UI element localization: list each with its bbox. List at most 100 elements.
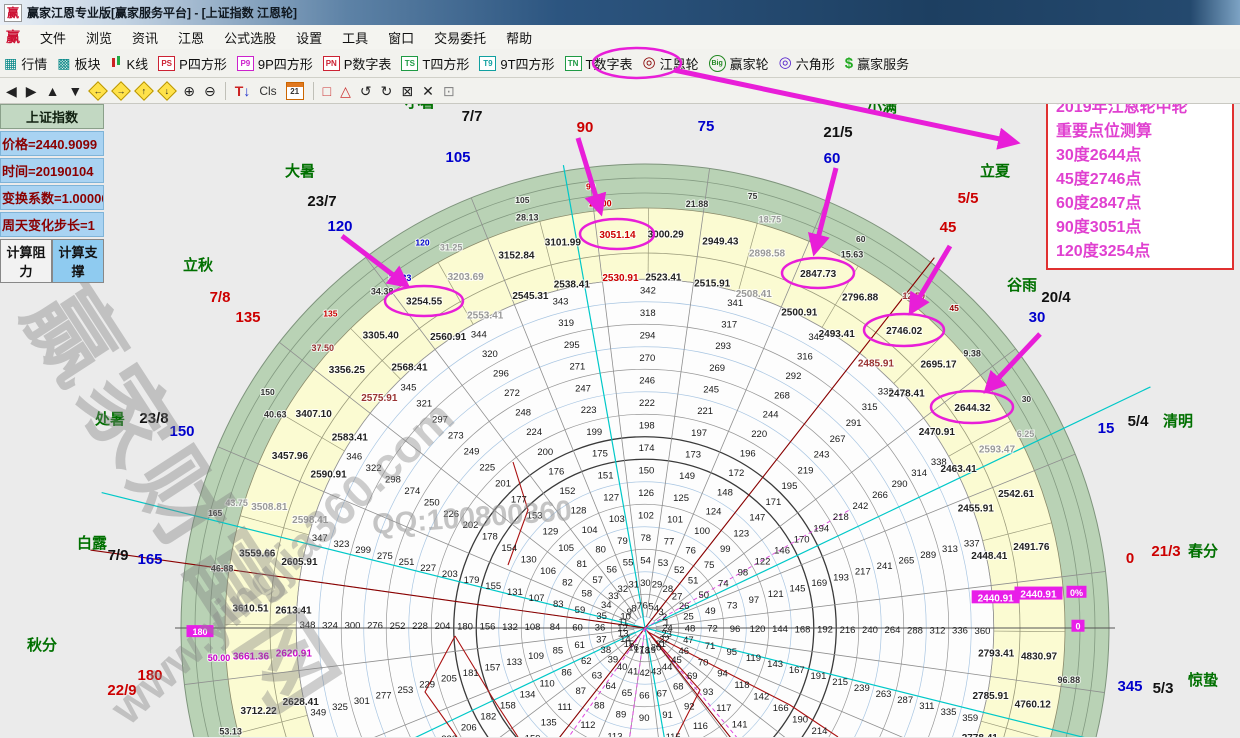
svg-text:348: 348 [300,620,316,631]
menu-item-0[interactable]: 文件 [30,25,76,50]
menu-item-3[interactable]: 江恩 [168,25,214,50]
calendar-icon[interactable]: 21 [286,82,304,100]
svg-text:5: 5 [648,601,653,612]
toolbar-button-板块[interactable]: ▩板块 [57,54,100,73]
rect-tool-icon[interactable]: □ [323,83,331,99]
svg-text:31: 31 [628,579,639,590]
forward-icon[interactable]: ▶ [26,83,37,99]
diamond-left-icon[interactable]: ← [88,81,108,101]
menu-item-6[interactable]: 工具 [332,25,378,50]
index-info-panel: 上证指数 价格=2440.9099时间=20190104变换系数=1.00000… [0,104,104,283]
svg-text:84: 84 [550,622,561,633]
scatter-icon[interactable]: ✕ [422,83,434,99]
svg-text:127: 127 [603,492,619,503]
pointer-down-icon[interactable]: ▼ [68,83,82,99]
svg-text:253: 253 [397,685,413,696]
rotate-cw-icon[interactable]: ↻ [381,83,393,99]
svg-text:2515.91: 2515.91 [694,278,731,289]
menu-item-9[interactable]: 帮助 [496,25,542,50]
info-row-3: 周天变化步长=1 [0,212,104,237]
svg-text:3712.22: 3712.22 [241,706,278,717]
menu-item-4[interactable]: 公式选股 [214,25,286,50]
annotation-line-3: 45度2746点 [1056,168,1224,192]
menu-item-7[interactable]: 窗口 [378,25,424,50]
svg-text:244: 244 [763,410,779,421]
toolbar-button-K线[interactable]: K线 [111,54,149,73]
svg-text:199: 199 [586,427,602,438]
svg-text:3000.29: 3000.29 [648,230,685,241]
svg-text:86: 86 [561,667,572,678]
toolbar-button-江恩轮[interactable]: ◎江恩轮 [643,54,699,73]
toolbar-button-T四方形[interactable]: TST四方形 [401,54,469,73]
svg-text:176: 176 [548,466,564,477]
triangle-tool-icon[interactable]: △ [340,83,351,99]
diamond-up-icon[interactable]: ↑ [134,81,154,101]
diamond-right-icon[interactable]: → [111,81,131,101]
svg-text:124: 124 [706,507,722,518]
svg-text:165: 165 [208,508,222,518]
svg-text:46.88: 46.88 [211,564,234,574]
svg-text:115: 115 [666,732,681,737]
svg-text:75: 75 [698,118,715,135]
svg-text:41: 41 [628,666,639,677]
zoom-out-icon[interactable]: ⊖ [204,83,216,99]
toolbar-button-赢家服务[interactable]: $赢家服务 [845,54,909,73]
menu-item-1[interactable]: 浏览 [76,25,122,50]
cls-button[interactable]: Cls [259,83,276,99]
easel-icon[interactable]: ⊡ [443,83,455,99]
svg-text:80: 80 [595,545,606,556]
back-icon[interactable]: ◀ [6,83,17,99]
toolbar-button-六角形[interactable]: ◎六角形 [779,54,835,73]
drawing-toolbar: ◀ ▶ ▲ ▼ ←→↑↓ ⊕ ⊖ T↓ Cls 21 □ △ ↺ ↻ ⊠ ✕ ⊡ [0,78,1240,104]
toolbar-button-行情[interactable]: ▦行情 [4,54,47,73]
svg-text:4830.97: 4830.97 [1021,652,1058,663]
p9-icon: P9 [237,56,254,71]
toolbar-button-P四方形[interactable]: PSP四方形 [158,54,227,73]
svg-text:67: 67 [657,688,668,699]
svg-text:3305.40: 3305.40 [363,330,400,341]
svg-text:192: 192 [817,625,833,636]
svg-text:72: 72 [707,624,718,635]
menu-item-2[interactable]: 资讯 [122,25,168,50]
svg-text:359: 359 [962,713,978,724]
svg-text:116: 116 [693,721,708,732]
toolbar-button-9P四方形[interactable]: P99P四方形 [237,54,313,73]
svg-text:15: 15 [1098,420,1115,437]
toolbar-button-9T四方形[interactable]: T99T四方形 [479,54,554,73]
svg-text:33.33: 33.33 [389,273,412,283]
svg-text:287: 287 [897,695,913,706]
svg-text:24: 24 [662,623,673,634]
calc-resistance-button[interactable]: 计算阻力 [0,239,52,283]
zoom-in-icon[interactable]: ⊕ [183,83,195,99]
dollar-icon: $ [845,55,853,72]
box-x-icon[interactable]: ⊠ [401,83,413,99]
t-updown-icon[interactable]: T↓ [235,83,251,99]
menu-item-5[interactable]: 设置 [286,25,332,50]
svg-text:316: 316 [797,352,813,363]
svg-text:150: 150 [169,423,194,440]
svg-text:20/4: 20/4 [1041,289,1071,306]
svg-text:60: 60 [856,234,866,244]
toolbar-button-P数字表[interactable]: PNP数字表 [323,54,392,73]
separator [225,82,226,100]
toolbar-button-赢家轮[interactable]: Big赢家轮 [709,54,769,73]
svg-text:229: 229 [419,679,435,690]
pointer-up-icon[interactable]: ▲ [46,83,60,99]
calc-support-button[interactable]: 计算支撑 [52,239,104,283]
menu-item-8[interactable]: 交易委托 [424,25,496,50]
svg-text:9.38: 9.38 [963,349,981,359]
svg-text:320: 320 [482,349,498,360]
svg-text:3203.69: 3203.69 [448,272,485,283]
toolbar-button-T数字表[interactable]: TNT数字表 [565,54,633,73]
svg-text:225: 225 [479,463,495,474]
svg-text:171: 171 [765,497,781,508]
svg-text:清明: 清明 [1163,412,1193,430]
svg-text:82: 82 [562,577,573,588]
rotate-ccw-icon[interactable]: ↺ [360,83,372,99]
svg-text:65: 65 [622,688,633,699]
svg-text:36: 36 [595,623,606,634]
svg-text:31.25: 31.25 [440,243,463,253]
svg-text:146: 146 [774,545,790,556]
svg-text:21/3: 21/3 [1151,543,1180,560]
diamond-down-icon[interactable]: ↓ [157,81,177,101]
